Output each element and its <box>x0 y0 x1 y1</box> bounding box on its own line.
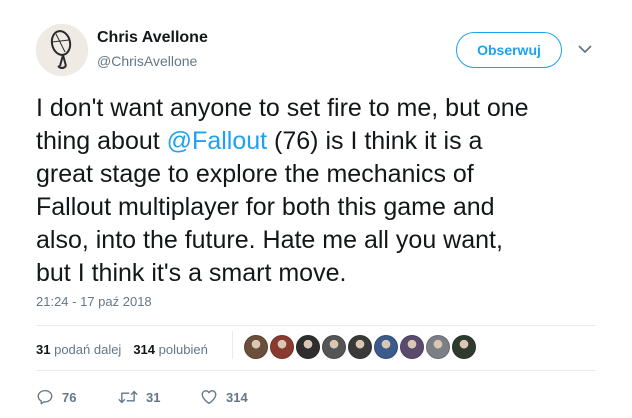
liker-avatar-2[interactable] <box>270 335 294 359</box>
reply-count: 76 <box>62 389 77 405</box>
divider <box>36 370 596 371</box>
chevron-down-icon[interactable] <box>576 40 594 58</box>
reply-icon <box>37 389 53 405</box>
liker-avatar-9[interactable] <box>452 335 476 359</box>
liker-avatar-4[interactable] <box>322 335 346 359</box>
divider <box>36 325 596 326</box>
liker-avatar-8[interactable] <box>426 335 450 359</box>
tweet-text-line: also, into the future. Hate me all you w… <box>36 226 503 254</box>
tweet-stats: 31 podań dalej 314 polubień <box>36 342 208 357</box>
tweet-text-line: great stage to explore the mechanics of <box>36 160 474 188</box>
retweet-stat-label: podań dalej <box>54 342 122 357</box>
tweet-text-line: but I think it's a smart move. <box>36 259 347 287</box>
tweet-text-line: I don't want anyone to set fire to me, b… <box>36 94 529 122</box>
retweet-count: 31 <box>146 389 161 405</box>
stats-separator <box>232 331 233 359</box>
liker-avatar-5[interactable] <box>348 335 372 359</box>
follow-button[interactable]: Obserwuj <box>456 32 562 68</box>
liker-avatars <box>244 335 476 359</box>
author-name[interactable]: Chris Avellone <box>97 29 208 47</box>
liker-avatar-6[interactable] <box>374 335 398 359</box>
tennis-racket-avatar-icon <box>36 24 88 76</box>
like-count: 314 <box>226 389 248 405</box>
tweet-text-line: Fallout multiplayer for both this game a… <box>36 193 495 221</box>
author-avatar[interactable] <box>36 24 88 76</box>
like-stat[interactable]: 314 polubień <box>133 342 207 357</box>
tweet-text-fragment: (76) is I think it is a <box>267 127 483 155</box>
tweet-text-fragment: thing about <box>36 127 167 155</box>
liker-avatar-1[interactable] <box>244 335 268 359</box>
tweet-text-line: thing about @Fallout (76) is I think it … <box>36 125 606 158</box>
like-stat-count: 314 <box>133 342 156 357</box>
author-handle[interactable]: @ChrisAvellone <box>97 53 197 69</box>
mention-link[interactable]: @Fallout <box>167 127 267 155</box>
reply-button[interactable]: 76 <box>36 388 118 406</box>
retweet-stat-count: 31 <box>36 342 51 357</box>
tweet-timestamp[interactable]: 21:24 - 17 paź 2018 <box>36 294 152 309</box>
retweet-stat[interactable]: 31 podań dalej <box>36 342 121 357</box>
liker-avatar-3[interactable] <box>296 335 320 359</box>
retweet-icon <box>118 390 138 404</box>
like-stat-label: polubień <box>158 342 208 357</box>
retweet-button[interactable]: 31 <box>118 388 200 406</box>
tweet-text: I don't want anyone to set fire to me, b… <box>36 92 606 290</box>
tweet-card: Chris Avellone @ChrisAvellone Obserwuj I… <box>0 0 632 418</box>
heart-icon <box>201 390 217 405</box>
tweet-actions: 76 31 314 <box>36 386 248 408</box>
liker-avatar-7[interactable] <box>400 335 424 359</box>
like-button[interactable]: 314 <box>200 388 248 406</box>
